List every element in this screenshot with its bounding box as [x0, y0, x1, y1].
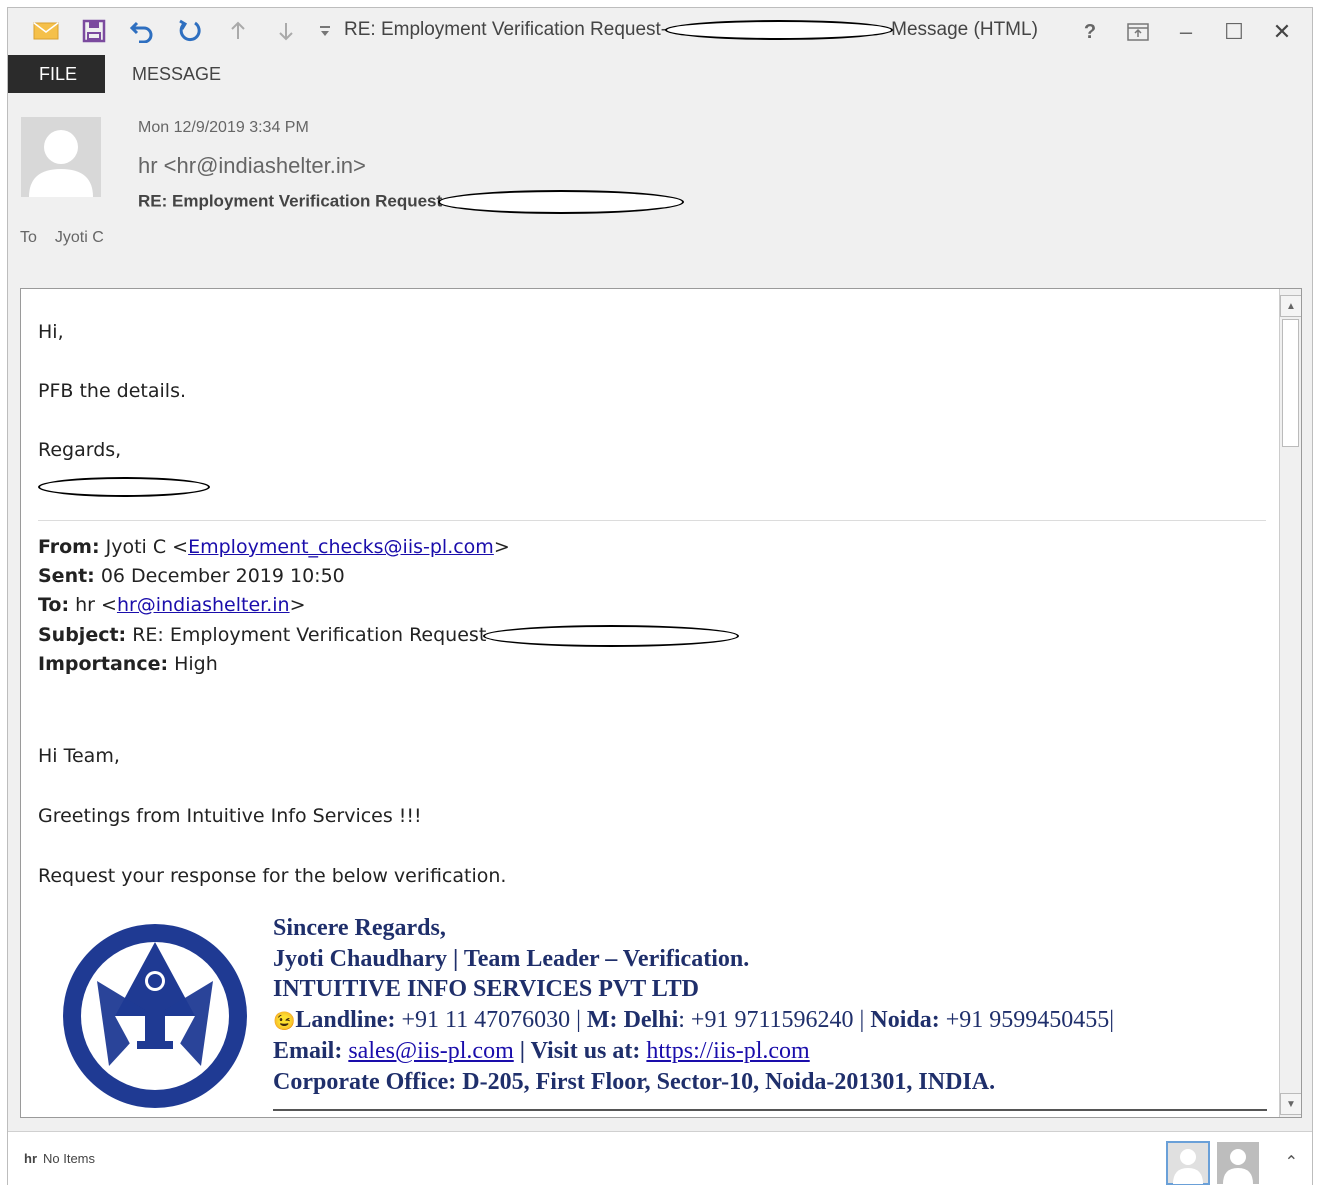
sender-avatar — [21, 117, 101, 197]
ribbon-display-options-icon[interactable] — [1114, 12, 1162, 52]
to-label: To — [20, 229, 37, 246]
redaction-oval — [437, 190, 684, 214]
quoted-subject: Subject: RE: Employment Verification Req… — [38, 624, 740, 647]
body-greetings: Greetings from Intuitive Info Services !… — [38, 805, 422, 827]
scroll-up-icon[interactable]: ▲ — [1280, 295, 1301, 317]
redaction-oval — [665, 19, 894, 40]
tab-message[interactable]: MESSAGE — [105, 55, 248, 93]
window-title-prefix: RE: Employment Verification Request- — [344, 19, 668, 40]
quoted-from: From: Jyoti C <Employment_checks@iis-pl.… — [38, 536, 510, 558]
close-button[interactable]: ✕ — [1258, 12, 1306, 52]
quick-access-toolbar — [22, 11, 340, 51]
sig-name: Jyoti Chaudhary | Team Leader – Verifica… — [273, 946, 750, 972]
title-bar: RE: Employment Verification Request- Mess… — [8, 8, 1312, 54]
quoted-sent: Sent: 06 December 2019 10:50 — [38, 565, 345, 587]
sig-office: Corporate Office: D-205, First Floor, Se… — [273, 1069, 996, 1095]
window-title: RE: Employment Verification Request- Mess… — [344, 19, 1038, 41]
customize-icon[interactable] — [310, 11, 340, 51]
sig-email-link[interactable]: sales@iis-pl.com — [348, 1038, 513, 1064]
body-line: PFB the details. — [38, 380, 187, 402]
help-button[interactable]: ? — [1066, 12, 1114, 52]
redo-icon[interactable] — [166, 11, 214, 51]
undo-icon[interactable] — [118, 11, 166, 51]
reading-pane[interactable]: Hi, PFB the details. Regards, From: Jyot… — [20, 288, 1302, 1118]
up-arrow-icon[interactable] — [214, 11, 262, 51]
vertical-scrollbar[interactable]: ▲ ▼ — [1279, 289, 1301, 1117]
signature-rule — [273, 1109, 1267, 1111]
mail-icon[interactable] — [22, 11, 70, 51]
redaction-oval — [483, 624, 740, 647]
sig-company: INTUITIVE INFO SERVICES PVT LTD — [273, 976, 699, 1002]
body-greeting: Hi, — [38, 321, 64, 343]
scroll-down-icon[interactable]: ▼ — [1280, 1093, 1301, 1115]
to-recipient[interactable]: Jyoti C — [55, 229, 104, 246]
save-icon[interactable] — [70, 11, 118, 51]
message-sender[interactable]: hr <hr@indiashelter.in> — [138, 153, 366, 179]
maximize-button[interactable]: ☐ — [1210, 12, 1258, 52]
minimize-button[interactable]: – — [1162, 12, 1210, 52]
outlook-message-window: RE: Employment Verification Request- Mess… — [7, 7, 1313, 1186]
ribbon-tabs: FILE MESSAGE — [8, 55, 1312, 93]
down-arrow-icon[interactable] — [262, 11, 310, 51]
people-pane: hr No Items ⌃ — [8, 1131, 1312, 1186]
quoted-to: To: hr <hr@indiashelter.in> — [38, 594, 306, 616]
person-list-icon[interactable] — [1216, 1141, 1260, 1185]
body-hi-team: Hi Team, — [38, 745, 120, 767]
body-request: Request your response for the below veri… — [38, 865, 507, 887]
sig-phones: 😉Landline: +91 11 47076030 | M: Delhi: +… — [273, 1007, 1115, 1033]
quoted-importance: Importance: High — [38, 653, 218, 675]
message-subject-text: RE: Employment Verification Request- — [138, 191, 448, 211]
body-regards: Regards, — [38, 439, 122, 461]
people-pane-label: hr No Items — [24, 1151, 96, 1166]
message-subject: RE: Employment Verification Request- — [138, 190, 684, 214]
sig-website-link[interactable]: https://iis-pl.com — [646, 1038, 809, 1064]
sig-regards: Sincere Regards, — [273, 915, 446, 941]
from-email-link[interactable]: Employment_checks@iis-pl.com — [188, 536, 494, 558]
person-view-icon[interactable] — [1166, 1141, 1210, 1185]
window-title-suffix: Message (HTML) — [891, 19, 1038, 40]
message-date: Mon 12/9/2019 3:34 PM — [138, 119, 309, 136]
quote-separator — [38, 520, 1266, 521]
to-email-link[interactable]: hr@indiashelter.in — [117, 594, 290, 616]
scroll-thumb[interactable] — [1282, 319, 1299, 447]
sig-email: Email: sales@iis-pl.com | Visit us at: h… — [273, 1038, 810, 1064]
message-recipients: To Jyoti C — [20, 229, 122, 247]
window-controls: ? – ☐ ✕ — [1066, 12, 1306, 52]
emoji-icon: 😉 — [273, 1011, 296, 1031]
chevron-up-icon[interactable]: ⌃ — [1285, 1152, 1298, 1172]
company-logo — [63, 924, 247, 1108]
tab-file[interactable]: FILE — [8, 55, 105, 93]
redaction-oval — [38, 475, 210, 497]
